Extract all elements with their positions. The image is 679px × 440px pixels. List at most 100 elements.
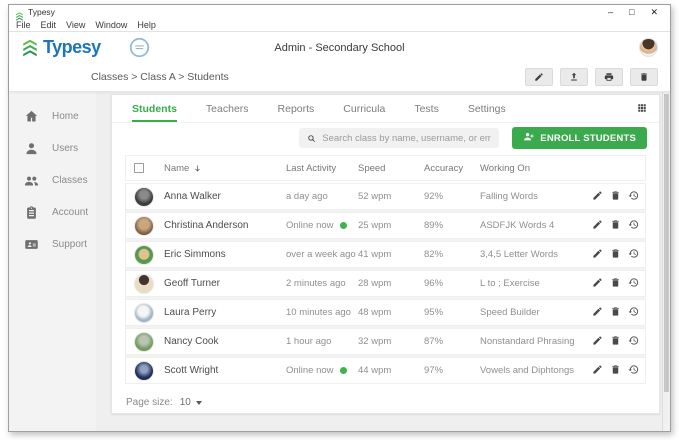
- menu-help[interactable]: Help: [137, 20, 156, 30]
- edit-student-button[interactable]: [592, 305, 603, 320]
- enroll-students-button[interactable]: ENROLL STUDENTS: [512, 127, 647, 149]
- column-working-on[interactable]: Working On: [480, 163, 585, 174]
- edit-student-button[interactable]: [592, 247, 603, 262]
- student-avatar: [134, 216, 154, 236]
- tab-settings[interactable]: Settings: [468, 95, 506, 122]
- title-bar: Typesy – □ ✕: [9, 5, 670, 19]
- breadcrumb[interactable]: Classes > Class A > Students: [91, 71, 229, 83]
- menu-view[interactable]: View: [66, 20, 85, 30]
- sidebar-label: Users: [52, 143, 78, 154]
- sidebar-item-account[interactable]: Account: [9, 196, 96, 228]
- logo-wordmark: Typesy: [43, 37, 101, 58]
- maximize-button[interactable]: □: [629, 8, 634, 17]
- table-body: Anna Walker a day ago 52 wpm 92% Falling…: [125, 183, 646, 384]
- student-name: Scott Wright: [164, 365, 286, 376]
- last-activity: 2 minutes ago: [286, 278, 358, 289]
- table-row[interactable]: Christina Anderson Online now 25 wpm 89%…: [125, 212, 646, 239]
- delete-student-button[interactable]: [610, 276, 621, 291]
- tab-tests[interactable]: Tests: [414, 95, 439, 122]
- student-name: Anna Walker: [164, 191, 286, 202]
- tab-curricula[interactable]: Curricula: [343, 95, 385, 122]
- table-row[interactable]: Laura Perry 10 minutes ago 48 wpm 95% Sp…: [125, 299, 646, 326]
- menu-bar: File Edit View Window Help: [9, 19, 670, 32]
- last-activity: 1 hour ago: [286, 336, 358, 347]
- delete-student-button[interactable]: [610, 218, 621, 233]
- minimize-button[interactable]: –: [608, 8, 613, 17]
- speed: 52 wpm: [358, 191, 424, 202]
- user-avatar[interactable]: [639, 38, 658, 57]
- history-button[interactable]: [628, 218, 639, 233]
- edit-icon: [592, 218, 603, 233]
- scrollbar-thumb[interactable]: [664, 94, 669, 392]
- enroll-students-label: ENROLL STUDENTS: [540, 133, 636, 144]
- column-last-activity[interactable]: Last Activity: [286, 163, 358, 174]
- delete-student-button[interactable]: [610, 334, 621, 349]
- typesy-logo: Typesy: [21, 37, 101, 58]
- history-button[interactable]: [628, 363, 639, 378]
- column-name[interactable]: Name: [164, 163, 286, 174]
- working-on: 3,4,5 Letter Words: [480, 249, 585, 260]
- history-button[interactable]: [628, 189, 639, 204]
- page-size-select[interactable]: 10: [180, 397, 202, 408]
- accuracy: 89%: [424, 220, 480, 231]
- history-icon: [628, 218, 639, 233]
- accuracy: 95%: [424, 307, 480, 318]
- delete-student-button[interactable]: [610, 247, 621, 262]
- menu-window[interactable]: Window: [95, 20, 127, 30]
- app-window: Typesy – □ ✕ File Edit View Window Help …: [8, 4, 671, 432]
- print-icon: [604, 70, 614, 85]
- table-footer: Page size: 10: [112, 384, 659, 408]
- tab-students[interactable]: Students: [132, 95, 177, 122]
- accuracy: 87%: [424, 336, 480, 347]
- edit-student-button[interactable]: [592, 218, 603, 233]
- scrollbar[interactable]: [662, 92, 670, 431]
- table-header: Name Last Activity Speed Accuracy Workin…: [125, 155, 646, 181]
- search-row: ENROLL STUDENTS: [112, 123, 659, 153]
- history-button[interactable]: [628, 305, 639, 320]
- working-on: Vowels and Diphtongs: [480, 365, 585, 376]
- edit-student-button[interactable]: [592, 276, 603, 291]
- select-all-checkbox[interactable]: [134, 163, 144, 173]
- delete-icon: [610, 334, 621, 349]
- edit-student-button[interactable]: [592, 363, 603, 378]
- upload-button[interactable]: [560, 68, 588, 86]
- breadcrumb-row: Classes > Class A > Students: [9, 63, 670, 92]
- edit-student-button[interactable]: [592, 189, 603, 204]
- history-button[interactable]: [628, 247, 639, 262]
- table-row[interactable]: Eric Simmons over a week ago 41 wpm 82% …: [125, 241, 646, 268]
- edit-class-button[interactable]: [525, 68, 553, 86]
- sidebar-item-classes[interactable]: Classes: [9, 164, 96, 196]
- delete-student-button[interactable]: [610, 363, 621, 378]
- history-icon: [628, 276, 639, 291]
- delete-student-button[interactable]: [610, 189, 621, 204]
- sort-descending-icon[interactable]: [193, 164, 202, 173]
- table-row[interactable]: Geoff Turner 2 minutes ago 28 wpm 96% L …: [125, 270, 646, 297]
- sidebar-item-support[interactable]: Support: [9, 228, 96, 260]
- column-accuracy[interactable]: Accuracy: [424, 163, 480, 174]
- print-button[interactable]: [595, 68, 623, 86]
- page-size-label: Page size:: [126, 397, 173, 408]
- sidebar-item-home[interactable]: Home: [9, 100, 96, 132]
- history-button[interactable]: [628, 276, 639, 291]
- table-row[interactable]: Anna Walker a day ago 52 wpm 92% Falling…: [125, 183, 646, 210]
- student-name: Christina Anderson: [164, 220, 286, 231]
- delete-student-button[interactable]: [610, 305, 621, 320]
- tab-reports[interactable]: Reports: [278, 95, 315, 122]
- search-input[interactable]: [322, 133, 491, 144]
- working-on: ASDFJK Words 4: [480, 220, 585, 231]
- column-speed[interactable]: Speed: [358, 163, 424, 174]
- close-button[interactable]: ✕: [650, 8, 658, 17]
- history-button[interactable]: [628, 334, 639, 349]
- table-row[interactable]: Scott Wright Online now 44 wpm 97% Vowel…: [125, 357, 646, 384]
- tab-teachers[interactable]: Teachers: [206, 95, 249, 122]
- sidebar-item-users[interactable]: Users: [9, 132, 96, 164]
- class-card: Students Teachers Reports Curricula Test…: [111, 94, 660, 414]
- edit-student-button[interactable]: [592, 334, 603, 349]
- menu-file[interactable]: File: [16, 20, 31, 30]
- edit-icon: [592, 363, 603, 378]
- grid-view-button[interactable]: [637, 101, 647, 116]
- typesy-logo-icon: [21, 39, 39, 57]
- delete-class-button[interactable]: [630, 68, 658, 86]
- menu-edit[interactable]: Edit: [41, 20, 57, 30]
- table-row[interactable]: Nancy Cook 1 hour ago 32 wpm 87% Nonstan…: [125, 328, 646, 355]
